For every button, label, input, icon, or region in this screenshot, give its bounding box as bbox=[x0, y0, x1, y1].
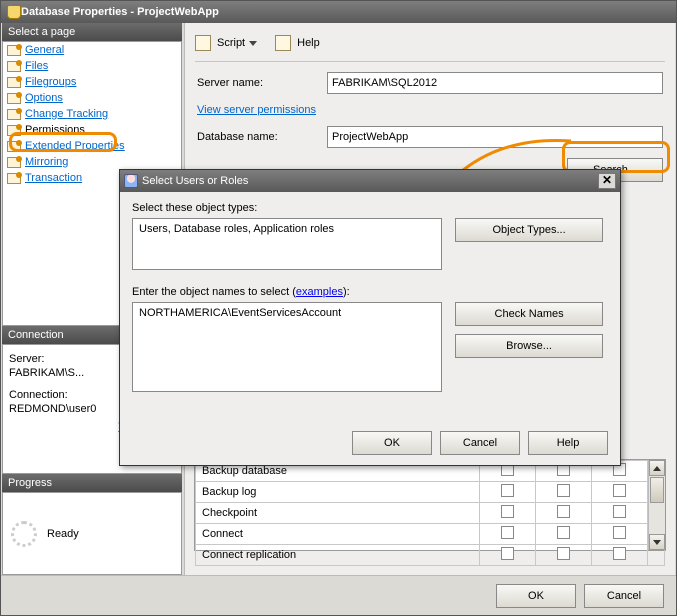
object-types-label: Select these object types: bbox=[132, 202, 608, 214]
chevron-up-icon bbox=[653, 466, 661, 471]
help-button[interactable]: Help bbox=[297, 37, 320, 49]
chevron-down-icon bbox=[653, 540, 661, 545]
server-name-label: Server name: bbox=[197, 77, 327, 89]
vertical-scrollbar[interactable] bbox=[648, 460, 665, 550]
checkbox[interactable] bbox=[557, 526, 570, 539]
content-toolbar: Script Help bbox=[195, 31, 665, 62]
page-item-general[interactable]: General bbox=[3, 42, 181, 58]
checkbox[interactable] bbox=[613, 547, 626, 560]
page-icon bbox=[7, 141, 21, 152]
page-icon bbox=[7, 93, 21, 104]
table-row[interactable]: Checkpoint bbox=[196, 503, 665, 524]
close-button[interactable]: ✕ bbox=[598, 173, 616, 189]
cancel-button[interactable]: Cancel bbox=[584, 584, 664, 608]
page-icon bbox=[7, 125, 21, 136]
script-dropdown-icon[interactable] bbox=[249, 41, 257, 46]
examples-link[interactable]: examples bbox=[296, 286, 343, 298]
scroll-up-button[interactable] bbox=[649, 460, 665, 476]
check-names-button[interactable]: Check Names bbox=[455, 302, 603, 326]
checkbox[interactable] bbox=[501, 505, 514, 518]
progress-status: Ready bbox=[47, 528, 79, 540]
page-icon bbox=[7, 61, 21, 72]
page-icon bbox=[7, 77, 21, 88]
database-properties-window: Database Properties - ProjectWebApp Sele… bbox=[0, 0, 677, 616]
page-icon bbox=[7, 157, 21, 168]
script-button[interactable]: Script bbox=[217, 37, 245, 49]
page-item-permissions[interactable]: Permissions bbox=[3, 122, 181, 138]
object-names-label: Enter the object names to select (exampl… bbox=[132, 286, 608, 298]
window-footer: OK Cancel bbox=[1, 575, 676, 615]
database-name-input[interactable] bbox=[327, 126, 663, 148]
scroll-thumb[interactable] bbox=[650, 477, 664, 503]
permissions-table: Backup database Backup log Checkpoint Co… bbox=[194, 459, 666, 551]
checkbox[interactable] bbox=[613, 505, 626, 518]
dialog-footer: OK Cancel Help bbox=[352, 431, 608, 455]
dialog-title: Select Users or Roles bbox=[142, 175, 248, 187]
script-icon bbox=[195, 35, 211, 51]
select-users-or-roles-dialog: Select Users or Roles ✕ Select these obj… bbox=[119, 169, 621, 466]
page-item-change-tracking[interactable]: Change Tracking bbox=[3, 106, 181, 122]
dialog-ok-button[interactable]: OK bbox=[352, 431, 432, 455]
table-row[interactable]: Connect bbox=[196, 524, 665, 545]
progress-box: Ready bbox=[2, 492, 182, 575]
page-item-files[interactable]: Files bbox=[3, 58, 181, 74]
ok-button[interactable]: OK bbox=[496, 584, 576, 608]
page-icon bbox=[7, 45, 21, 56]
window-titlebar[interactable]: Database Properties - ProjectWebApp bbox=[1, 1, 676, 23]
progress-spinner-icon bbox=[11, 521, 37, 547]
object-types-button[interactable]: Object Types... bbox=[455, 218, 603, 242]
view-server-permissions-link[interactable]: View server permissions bbox=[197, 104, 316, 116]
scroll-down-button[interactable] bbox=[649, 534, 665, 550]
page-item-mirroring[interactable]: Mirroring bbox=[3, 154, 181, 170]
page-item-extended-properties[interactable]: Extended Properties bbox=[3, 138, 181, 154]
checkbox[interactable] bbox=[613, 484, 626, 497]
browse-button[interactable]: Browse... bbox=[455, 334, 603, 358]
pages-header: Select a page bbox=[2, 23, 182, 41]
user-icon bbox=[124, 174, 138, 188]
help-icon bbox=[275, 35, 291, 51]
checkbox[interactable] bbox=[501, 484, 514, 497]
dialog-titlebar[interactable]: Select Users or Roles ✕ bbox=[120, 170, 620, 192]
checkbox[interactable] bbox=[501, 526, 514, 539]
database-name-label: Database name: bbox=[197, 131, 327, 143]
page-item-options[interactable]: Options bbox=[3, 90, 181, 106]
page-icon bbox=[7, 109, 21, 120]
dialog-body: Select these object types: Users, Databa… bbox=[120, 192, 620, 402]
checkbox[interactable] bbox=[501, 547, 514, 560]
checkbox[interactable] bbox=[613, 526, 626, 539]
dialog-help-button[interactable]: Help bbox=[528, 431, 608, 455]
object-types-box: Users, Database roles, Application roles bbox=[132, 218, 442, 270]
window-title: Database Properties - ProjectWebApp bbox=[21, 6, 219, 18]
page-icon bbox=[7, 173, 21, 184]
database-icon bbox=[7, 5, 21, 19]
progress-header: Progress bbox=[2, 474, 182, 492]
table-row[interactable]: Connect replication bbox=[196, 545, 665, 566]
object-names-input[interactable]: NORTHAMERICA\EventServicesAccount bbox=[132, 302, 442, 392]
checkbox[interactable] bbox=[557, 505, 570, 518]
dialog-cancel-button[interactable]: Cancel bbox=[440, 431, 520, 455]
server-name-input[interactable] bbox=[327, 72, 663, 94]
page-item-filegroups[interactable]: Filegroups bbox=[3, 74, 181, 90]
checkbox[interactable] bbox=[557, 484, 570, 497]
table-row[interactable]: Backup log bbox=[196, 482, 665, 503]
checkbox[interactable] bbox=[557, 547, 570, 560]
